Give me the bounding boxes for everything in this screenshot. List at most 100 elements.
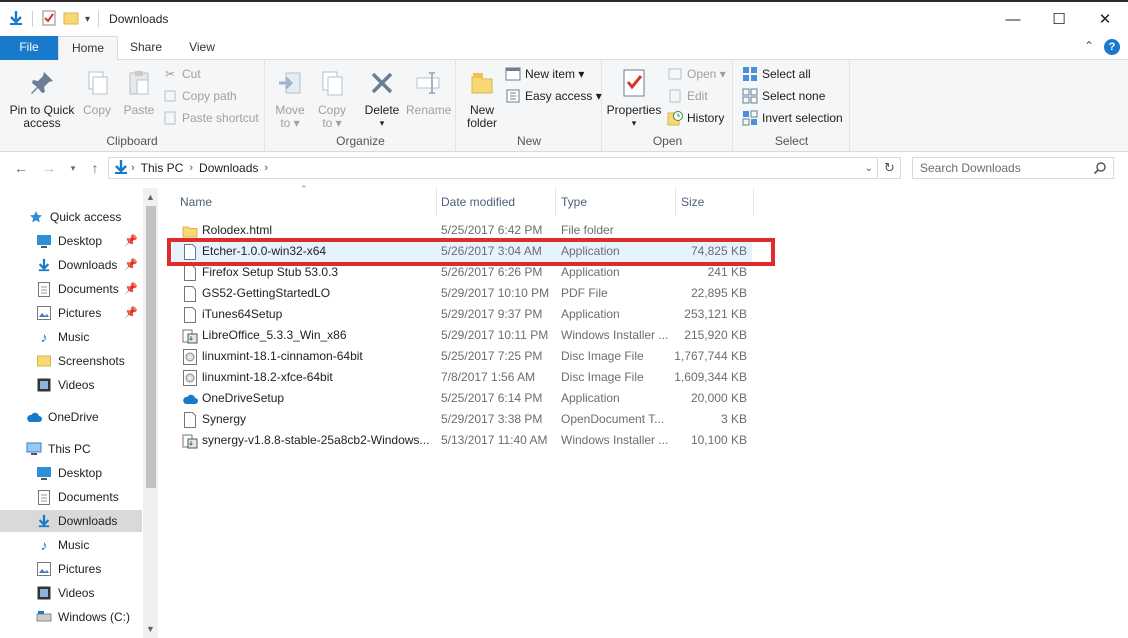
nav-qa-videos[interactable]: Videos: [0, 374, 142, 396]
invert-selection-button[interactable]: Invert selection: [742, 108, 843, 128]
breadcrumb-separator-icon[interactable]: ›: [129, 162, 137, 174]
copy-label: Copy: [82, 103, 111, 117]
scroll-down-icon[interactable]: ▼: [143, 622, 158, 636]
easy-access-button[interactable]: Easy access ▾: [505, 86, 602, 106]
ribbon-right-controls: ⌃ ?: [1084, 39, 1120, 55]
close-button[interactable]: ✕: [1082, 4, 1128, 34]
nav-onedrive[interactable]: OneDrive: [0, 406, 142, 428]
column-header-size[interactable]: Size: [676, 188, 754, 216]
nav-pc-documents[interactable]: Documents: [0, 486, 142, 508]
tab-share[interactable]: Share: [120, 36, 172, 60]
documents-icon: [36, 281, 52, 297]
nav-qa-screenshots[interactable]: Screenshots: [0, 350, 142, 372]
column-header-type[interactable]: Type: [556, 188, 676, 216]
file-row[interactable]: iTunes64Setup 5/29/2017 9:37 PM Applicatio…: [172, 304, 752, 325]
nav-qa-documents[interactable]: Documents 📌: [0, 278, 142, 300]
nav-this-pc-label: This PC: [48, 442, 91, 456]
open-button[interactable]: Open ▾: [667, 64, 726, 84]
delete-dropdown-icon[interactable]: ▾: [360, 117, 404, 130]
breadcrumb-separator-icon[interactable]: ›: [262, 162, 270, 174]
file-type: Disc Image File: [561, 349, 644, 363]
star-icon: [28, 209, 44, 225]
recent-locations-button[interactable]: ▾: [62, 158, 84, 178]
tab-file[interactable]: File: [0, 36, 58, 60]
copy-button[interactable]: Copy: [78, 66, 116, 117]
file-row[interactable]: LibreOffice_5.3.3_Win_x86 5/29/2017 10:11…: [172, 325, 752, 346]
downloads-location-icon: [113, 159, 129, 178]
file-row[interactable]: OneDriveSetup 5/25/2017 6:14 PM Applicatio…: [172, 388, 752, 409]
file-size: 3 KB: [720, 412, 747, 426]
nav-pc-downloads[interactable]: Downloads: [0, 510, 142, 532]
downloads-arrow-icon[interactable]: [8, 10, 24, 29]
new-folder-button[interactable]: New folder: [461, 66, 503, 130]
file-row[interactable]: linuxmint-18.2-xfce-64bit 7/8/2017 1:56 A…: [172, 367, 752, 388]
breadcrumb-downloads[interactable]: Downloads: [195, 161, 262, 175]
tab-home[interactable]: Home: [58, 36, 118, 61]
nav-pc-windows-c[interactable]: Windows (C:): [0, 606, 142, 628]
copy-path-icon: [162, 88, 178, 104]
scroll-up-icon[interactable]: ▲: [143, 190, 158, 204]
nav-this-pc[interactable]: This PC: [0, 438, 142, 460]
collapse-ribbon-icon[interactable]: ⌃: [1084, 39, 1094, 55]
breadcrumb-separator-icon[interactable]: ›: [187, 162, 195, 174]
new-folder-icon[interactable]: [63, 10, 79, 29]
address-bar[interactable]: › This PC › Downloads › ⌄: [108, 157, 878, 179]
file-type: Windows Installer ...: [561, 433, 669, 447]
move-to-button[interactable]: Move to ▾: [272, 66, 308, 130]
nav-pc-music[interactable]: ♪ Music: [0, 534, 142, 556]
nav-qa-downloads[interactable]: Downloads 📌: [0, 254, 142, 276]
file-type: PDF File: [561, 286, 608, 300]
cut-button[interactable]: ✂ Cut: [162, 64, 201, 84]
search-input[interactable]: Search Downloads: [912, 157, 1114, 179]
file-type: OpenDocument T...: [561, 412, 665, 426]
nav-qa-music[interactable]: ♪ Music: [0, 326, 142, 348]
column-header-name[interactable]: Name: [175, 188, 437, 216]
nav-pc-videos[interactable]: Videos: [0, 582, 142, 604]
up-button[interactable]: ↑: [84, 158, 106, 178]
column-header-date[interactable]: Date modified: [436, 188, 556, 216]
file-row[interactable]: Synergy 5/29/2017 3:38 PM OpenDocument T..…: [172, 409, 752, 430]
file-date: 5/25/2017 6:14 PM: [441, 391, 543, 405]
properties-button[interactable]: Properties ▾: [605, 66, 663, 130]
nav-pc-documents-label: Documents: [58, 490, 119, 504]
nav-qa-pictures[interactable]: Pictures 📌: [0, 302, 142, 324]
delete-button[interactable]: Delete ▾: [360, 66, 404, 130]
select-none-label: Select none: [762, 89, 826, 103]
nav-scrollbar[interactable]: ▲ ▼: [143, 188, 158, 638]
nav-quick-access[interactable]: Quick access: [0, 206, 142, 228]
file-row[interactable]: synergy-v1.8.8-stable-25a8cb2-Windows...…: [172, 430, 752, 451]
nav-pc-pictures[interactable]: Pictures: [0, 558, 142, 580]
nav-pc-music-label: Music: [58, 538, 90, 552]
nav-qa-desktop[interactable]: Desktop 📌: [0, 230, 142, 252]
cloud-icon: [26, 409, 42, 425]
back-button[interactable]: ←: [10, 158, 32, 178]
nav-scroll-thumb[interactable]: [146, 206, 156, 488]
select-none-button[interactable]: Select none: [742, 86, 825, 106]
maximize-button[interactable]: ☐: [1036, 4, 1082, 34]
rename-button[interactable]: Rename: [406, 66, 451, 117]
edit-button[interactable]: Edit: [667, 86, 708, 106]
move-to-icon: [273, 66, 307, 100]
paste-button[interactable]: Paste: [120, 66, 158, 117]
nav-pc-desktop[interactable]: Desktop: [0, 462, 142, 484]
forward-button[interactable]: →: [38, 158, 60, 178]
downloads-icon: [36, 513, 52, 529]
help-icon[interactable]: ?: [1104, 39, 1120, 55]
copy-path-button[interactable]: Copy path: [162, 86, 237, 106]
customize-dropdown-icon[interactable]: ▾: [85, 14, 90, 25]
tab-view[interactable]: View: [174, 36, 230, 60]
file-row[interactable]: linuxmint-18.1-cinnamon-64bit 5/25/2017 7…: [172, 346, 752, 367]
select-all-button[interactable]: Select all: [742, 64, 811, 84]
minimize-button[interactable]: —: [990, 4, 1036, 34]
file-row[interactable]: GS52-GettingStartedLO 5/29/2017 10:10 PM P…: [172, 283, 752, 304]
properties-check-icon[interactable]: [41, 10, 57, 29]
refresh-button[interactable]: ↻: [879, 157, 901, 179]
pin-to-quick-access-button[interactable]: Pin to Quick access: [6, 66, 78, 130]
properties-dropdown-icon[interactable]: ▾: [605, 117, 663, 130]
address-dropdown-icon[interactable]: ⌄: [865, 163, 873, 174]
new-item-button[interactable]: New item ▾: [505, 64, 584, 84]
paste-shortcut-button[interactable]: Paste shortcut: [162, 108, 259, 128]
copy-to-button[interactable]: Copy to ▾: [314, 66, 350, 130]
history-button[interactable]: History: [667, 108, 724, 128]
breadcrumb-this-pc[interactable]: This PC: [137, 161, 188, 175]
